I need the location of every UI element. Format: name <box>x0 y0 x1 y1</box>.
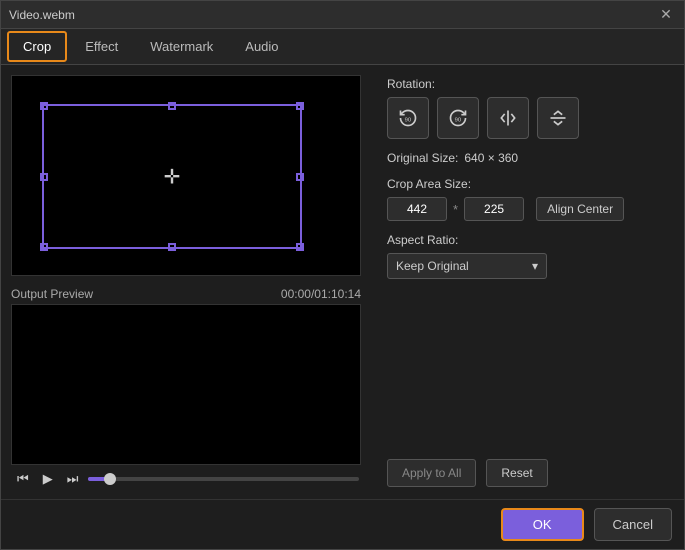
flip-h-icon <box>498 108 518 128</box>
tab-effect[interactable]: Effect <box>71 33 132 60</box>
crop-size-row: * Align Center <box>387 197 668 221</box>
cancel-button[interactable]: Cancel <box>594 508 672 541</box>
bottom-buttons: Apply to All Reset <box>387 459 668 487</box>
tab-watermark[interactable]: Watermark <box>136 33 227 60</box>
close-button[interactable]: ✕ <box>656 5 676 25</box>
play-button[interactable]: ▶ <box>39 469 57 489</box>
tab-crop[interactable]: Crop <box>7 31 67 62</box>
crop-preview-area[interactable]: ✛ <box>11 75 361 276</box>
size-separator: * <box>453 202 458 217</box>
handle-bottom-left[interactable] <box>40 243 48 251</box>
right-panel: Rotation: 90 <box>371 65 684 499</box>
rotation-section: Rotation: 90 <box>387 77 668 139</box>
crop-area-section: Crop Area Size: * Align Center <box>387 177 668 221</box>
flip-v-button[interactable] <box>537 97 579 139</box>
window-title: Video.webm <box>9 8 75 22</box>
handle-mid-left[interactable] <box>40 173 48 181</box>
rotation-label: Rotation: <box>387 77 668 91</box>
move-icon: ✛ <box>164 166 181 188</box>
left-panel: ✛ Output Preview 00:00/01:10:14 ⏮ ▶ ⏭ <box>1 65 371 499</box>
main-window: Video.webm ✕ Crop Effect Watermark Audio <box>0 0 685 550</box>
output-preview-video <box>11 304 361 465</box>
video-controls: ⏮ ▶ ⏭ <box>11 469 361 489</box>
crop-box[interactable]: ✛ <box>42 104 302 249</box>
svg-text:90: 90 <box>455 117 462 123</box>
svg-text:90: 90 <box>405 117 412 123</box>
handle-bottom-mid[interactable] <box>168 243 176 251</box>
output-preview-label: Output Preview <box>11 287 93 301</box>
rotate-cw-icon: 90 <box>448 108 468 128</box>
crop-width-input[interactable] <box>387 197 447 221</box>
output-preview-bar: Output Preview 00:00/01:10:14 <box>11 282 361 304</box>
original-size-section: Original Size: 640 × 360 <box>387 151 668 165</box>
tab-audio[interactable]: Audio <box>231 33 292 60</box>
main-content: ✛ Output Preview 00:00/01:10:14 ⏮ ▶ ⏭ <box>1 65 684 499</box>
aspect-ratio-label: Aspect Ratio: <box>387 233 668 247</box>
aspect-ratio-section: Aspect Ratio: Keep Original ▾ <box>387 233 668 279</box>
handle-bottom-right[interactable] <box>296 243 304 251</box>
skip-back-button[interactable]: ⏮ <box>13 469 33 489</box>
ok-button[interactable]: OK <box>501 508 584 541</box>
aspect-ratio-dropdown[interactable]: Keep Original ▾ <box>387 253 547 279</box>
original-size-label: Original Size: <box>387 151 458 165</box>
handle-top-left[interactable] <box>40 102 48 110</box>
skip-forward-button[interactable]: ⏭ <box>63 469 83 489</box>
chevron-down-icon: ▾ <box>532 259 538 273</box>
original-size-value: 640 × 360 <box>464 151 518 165</box>
output-preview-timestamp: 00:00/01:10:14 <box>281 287 361 301</box>
apply-all-button[interactable]: Apply to All <box>387 459 476 487</box>
reset-button[interactable]: Reset <box>486 459 547 487</box>
handle-top-right[interactable] <box>296 102 304 110</box>
rotate-ccw-icon: 90 <box>398 108 418 128</box>
tab-bar: Crop Effect Watermark Audio <box>1 29 684 65</box>
flip-h-button[interactable] <box>487 97 529 139</box>
footer-buttons: OK Cancel <box>1 499 684 549</box>
rotate-cw-button[interactable]: 90 <box>437 97 479 139</box>
crop-height-input[interactable] <box>464 197 524 221</box>
aspect-ratio-value: Keep Original <box>396 259 469 273</box>
rotation-buttons: 90 90 <box>387 97 668 139</box>
handle-mid-right[interactable] <box>296 173 304 181</box>
rotate-ccw-button[interactable]: 90 <box>387 97 429 139</box>
flip-v-icon <box>548 108 568 128</box>
progress-knob[interactable] <box>104 473 116 485</box>
title-bar: Video.webm ✕ <box>1 1 684 29</box>
progress-bar[interactable] <box>88 477 359 481</box>
align-center-button[interactable]: Align Center <box>536 197 624 221</box>
crop-area-label: Crop Area Size: <box>387 177 668 191</box>
handle-top-mid[interactable] <box>168 102 176 110</box>
